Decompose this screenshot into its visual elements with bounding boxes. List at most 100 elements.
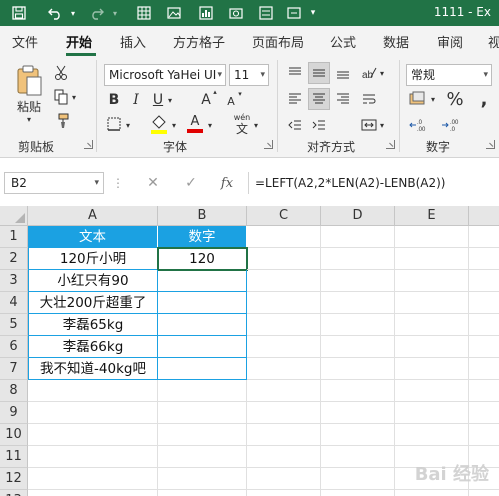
wrap-text-icon[interactable] <box>360 90 378 108</box>
bold-button[interactable]: B <box>106 90 122 110</box>
tab-review[interactable]: 审阅 <box>437 32 463 51</box>
copy-icon[interactable] <box>52 88 70 106</box>
cell-e9[interactable] <box>395 402 469 424</box>
row-header-10[interactable]: 10 <box>0 424 28 446</box>
cell-d8[interactable] <box>321 380 395 402</box>
column-header-b[interactable]: B <box>158 206 247 226</box>
cell-b8[interactable] <box>158 380 247 402</box>
paste-icon[interactable] <box>12 64 46 98</box>
cell-c5[interactable] <box>247 314 321 336</box>
merge-dropdown-icon[interactable]: ▾ <box>378 120 386 130</box>
comma-style-button[interactable]: , <box>474 88 494 110</box>
cell-f7[interactable] <box>469 358 499 380</box>
table-cell[interactable]: 120斤小明 <box>28 248 158 270</box>
insert-function-icon[interactable]: fx <box>216 172 238 194</box>
save-icon[interactable] <box>8 3 30 23</box>
cell-d6[interactable] <box>321 336 395 358</box>
row-header-6[interactable]: 6 <box>0 336 28 358</box>
cell-c8[interactable] <box>247 380 321 402</box>
merge-center-icon[interactable] <box>360 116 378 134</box>
tab-file[interactable]: 文件 <box>12 32 38 51</box>
cell-d9[interactable] <box>321 402 395 424</box>
form-icon[interactable] <box>256 3 276 23</box>
camera-icon[interactable] <box>226 3 246 23</box>
increase-decimal-icon[interactable]: .0.00 <box>408 116 432 134</box>
table-cell[interactable]: 小红只有90 <box>28 270 158 292</box>
cell-e6[interactable] <box>395 336 469 358</box>
cell-f10[interactable] <box>469 424 499 446</box>
align-top-icon[interactable] <box>286 64 304 82</box>
cut-icon[interactable] <box>52 64 70 82</box>
cell-d7[interactable] <box>321 358 395 380</box>
row-header-12[interactable]: 12 <box>0 468 28 490</box>
table-icon[interactable] <box>134 3 154 23</box>
undo-icon[interactable] <box>44 3 66 23</box>
tab-formulas[interactable]: 公式 <box>330 32 356 51</box>
fill-color-icon[interactable] <box>150 114 168 134</box>
cell-e10[interactable] <box>395 424 469 446</box>
tab-home[interactable]: 开始 <box>66 32 92 51</box>
accounting-format-icon[interactable] <box>408 90 428 108</box>
table-cell[interactable] <box>158 292 247 314</box>
column-header-f[interactable]: F <box>469 206 499 226</box>
cell-f3[interactable] <box>469 270 499 292</box>
cell-b10[interactable] <box>158 424 247 446</box>
decrease-indent-icon[interactable] <box>286 116 304 134</box>
cell-d10[interactable] <box>321 424 395 446</box>
cell-c7[interactable] <box>247 358 321 380</box>
align-right-icon[interactable] <box>334 90 352 108</box>
number-launcher-icon[interactable] <box>486 140 495 149</box>
column-header-d[interactable]: D <box>321 206 395 226</box>
cell-c10[interactable] <box>247 424 321 446</box>
cell-b9[interactable] <box>158 402 247 424</box>
cell-e8[interactable] <box>395 380 469 402</box>
table-cell[interactable]: 大壮200斤超重了 <box>28 292 158 314</box>
paste-button-label[interactable]: 粘贴 <box>12 98 46 114</box>
worksheet-grid[interactable]: ABCDEF 1文本数字 2120斤小明120 3小红只有904大壮200斤超重了5李… <box>0 206 499 496</box>
cell-c6[interactable] <box>247 336 321 358</box>
increase-indent-icon[interactable] <box>310 116 328 134</box>
cell-c13[interactable] <box>247 490 321 496</box>
chart-icon[interactable] <box>196 3 216 23</box>
cell-f4[interactable] <box>469 292 499 314</box>
cell-c4[interactable] <box>247 292 321 314</box>
clipboard-launcher-icon[interactable] <box>84 140 93 149</box>
tab-fangfang[interactable]: 方方格子 <box>173 32 225 51</box>
font-name-select[interactable]: Microsoft YaHei UI ▾ <box>104 64 226 86</box>
cell-c3[interactable] <box>247 270 321 292</box>
cell-b12[interactable] <box>158 468 247 490</box>
cell-a10[interactable] <box>28 424 158 446</box>
cell-c9[interactable] <box>247 402 321 424</box>
cell-f6[interactable] <box>469 336 499 358</box>
table-cell[interactable] <box>158 314 247 336</box>
formula-input[interactable]: =LEFT(A2,2*LEN(A2)-LENB(A2)) <box>248 172 499 194</box>
table-cell[interactable]: 李磊65kg <box>28 314 158 336</box>
picture-icon[interactable] <box>164 3 184 23</box>
cell-d1[interactable] <box>321 226 395 248</box>
row-header-9[interactable]: 9 <box>0 402 28 424</box>
cell-d11[interactable] <box>321 446 395 468</box>
more-icon[interactable] <box>284 3 304 23</box>
tab-data[interactable]: 数据 <box>383 32 409 51</box>
orientation-icon[interactable]: ab <box>360 64 378 82</box>
cell-d3[interactable] <box>321 270 395 292</box>
cell-d12[interactable] <box>321 468 395 490</box>
font-launcher-icon[interactable] <box>264 140 273 149</box>
cancel-icon[interactable]: ✕ <box>142 172 164 194</box>
cell-a8[interactable] <box>28 380 158 402</box>
table-cell[interactable]: 我不知道-40kg吧 <box>28 358 158 380</box>
decrease-decimal-icon[interactable]: .00.0 <box>440 116 464 134</box>
row-header-8[interactable]: 8 <box>0 380 28 402</box>
cell-f13[interactable] <box>469 490 499 496</box>
cell-c2[interactable] <box>247 248 321 270</box>
redo-icon[interactable] <box>86 3 108 23</box>
row-header-5[interactable]: 5 <box>0 314 28 336</box>
customize-toolbar-icon[interactable]: ▾ <box>308 3 318 23</box>
borders-dropdown-icon[interactable]: ▾ <box>124 120 132 130</box>
cell-e4[interactable] <box>395 292 469 314</box>
cell-f1[interactable] <box>469 226 499 248</box>
cell-d13[interactable] <box>321 490 395 496</box>
cell-a11[interactable] <box>28 446 158 468</box>
underline-button[interactable]: U <box>150 90 166 110</box>
column-header-e[interactable]: E <box>395 206 469 226</box>
